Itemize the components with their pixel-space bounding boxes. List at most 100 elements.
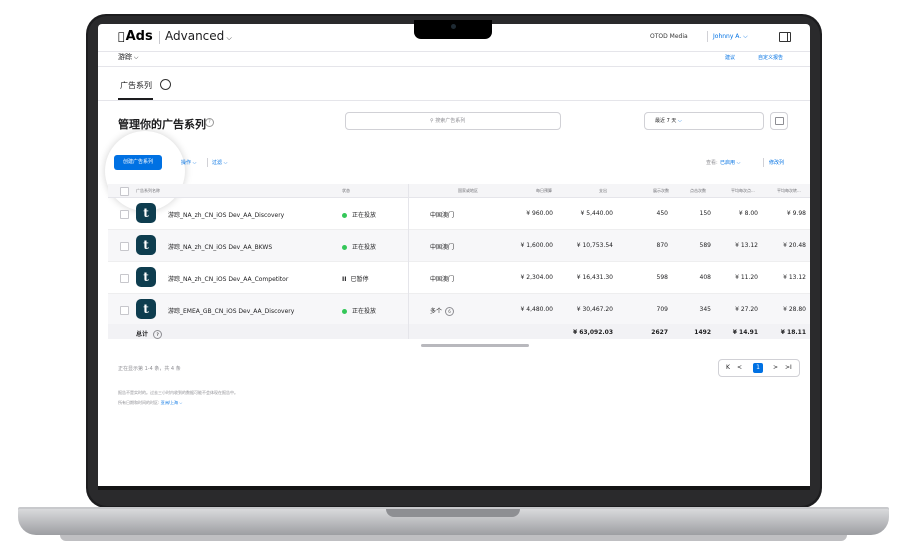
history-icon[interactable] [160, 79, 171, 90]
avg-cpa: ¥ 13.12 [783, 274, 806, 281]
divider [98, 66, 810, 67]
pause-icon: II [342, 276, 347, 283]
column-header[interactable]: 平均每次转... [777, 188, 801, 194]
search-input[interactable]: ⚲ 搜索广告系列 [345, 112, 561, 130]
select-all-checkbox[interactable] [120, 187, 129, 196]
first-page-icon[interactable]: K [726, 364, 730, 371]
tab-campaigns[interactable]: 广告系列 [120, 80, 152, 91]
taps: 345 [699, 306, 711, 313]
total-avg-cpt: ¥ 14.91 [732, 329, 758, 336]
impressions: 598 [656, 274, 668, 281]
mode-selector[interactable]: Advanced ⌵ [165, 29, 232, 43]
avg-cpt: ¥ 13.12 [735, 242, 758, 249]
campaign-name[interactable]: 游踪_EMEA_GB_CN_iOS Dev_AA_Discovery [168, 306, 294, 315]
table-row[interactable]: t 游踪_NA_zh_CN_iOS Dev_AA_BKWS 正在投放 中国澳门 … [108, 230, 810, 262]
chevron-down-icon: ⌵ [191, 160, 197, 166]
laptop-opening-notch [386, 509, 520, 517]
view-filter-select[interactable]: 已启用 ⌵ [720, 159, 740, 166]
avg-cpa: ¥ 20.48 [783, 242, 806, 249]
laptop-feet [60, 535, 847, 541]
totals-label: 总计 ? [136, 329, 163, 339]
status: II 已暂停 [342, 276, 369, 283]
row-checkbox[interactable] [120, 210, 129, 219]
region: 中国澳门 [430, 212, 455, 219]
column-header[interactable]: 平均每次点... [731, 188, 755, 194]
timezone-select[interactable]: 亚洲/上海 ⌵ [161, 400, 183, 405]
spend: ¥ 5,440.00 [580, 210, 613, 217]
app-selector[interactable]: 游踪 ⌵ [118, 52, 138, 62]
total-impressions: 2627 [651, 329, 668, 336]
column-header[interactable]: 国家或地区 [458, 188, 478, 194]
column-header[interactable]: 广告系列名称 [136, 188, 160, 194]
app-icon: t [136, 267, 156, 287]
app-icon: t [136, 299, 156, 319]
status: 正在投放 [342, 242, 376, 251]
spend: ¥ 16,431.30 [576, 274, 613, 281]
avg-cpa: ¥ 28.80 [783, 306, 806, 313]
column-header[interactable]: 状态 [342, 188, 350, 194]
column-header[interactable]: 每日预算 [536, 188, 552, 194]
table-row[interactable]: t 游踪_NA_zh_CN_iOS Dev_AA_Competitor II 已暂… [108, 262, 810, 294]
daily-budget: ¥ 4,480.00 [520, 306, 553, 313]
sidebar-toggle-icon[interactable] [779, 32, 791, 42]
camera-icon [451, 24, 456, 29]
campaign-name[interactable]: 游踪_NA_zh_CN_iOS Dev_AA_BKWS [168, 242, 272, 251]
campaign-name[interactable]: 游踪_NA_zh_CN_iOS Dev_AA_Discovery [168, 210, 284, 219]
total-avg-cpa: ¥ 18.11 [780, 329, 806, 336]
column-header[interactable]: 点击次数 [690, 188, 706, 194]
chevron-down-icon: ⌵ [132, 54, 139, 61]
spend: ¥ 30,467.20 [576, 306, 613, 313]
org-name[interactable]: OTOD Media [650, 33, 688, 40]
campaign-name[interactable]: 游踪_NA_zh_CN_iOS Dev_AA_Competitor [168, 274, 288, 283]
help-icon[interactable]: ? [153, 330, 163, 339]
actions-menu[interactable]: 操作 ⌵ [181, 159, 196, 166]
region[interactable]: 多个 6 [430, 306, 455, 316]
page-title: 管理你的广告系列 [118, 118, 206, 131]
laptop-chin [98, 486, 810, 490]
user-menu[interactable]: Johnny A. ⌵ [713, 33, 748, 41]
impressions: 450 [656, 210, 668, 217]
apple-ads-logo[interactable]: Ads [118, 29, 153, 44]
taps: 408 [699, 274, 711, 281]
chevron-down-icon: ⌵ [224, 34, 232, 42]
region: 中国澳门 [430, 276, 455, 283]
prev-page-icon[interactable]: < [737, 364, 742, 371]
row-checkbox[interactable] [120, 274, 129, 283]
calendar-icon [775, 117, 784, 125]
chevron-down-icon: ⌵ [741, 33, 748, 40]
screen: Ads Advanced ⌵ OTOD Media Johnny A. ⌵ 游… [98, 24, 810, 486]
avg-cpa: ¥ 9.98 [786, 210, 806, 217]
date-range-select[interactable]: 最近 7 天 ⌵ [644, 112, 764, 130]
divider [159, 31, 160, 44]
impressions: 870 [656, 242, 668, 249]
table-row[interactable]: t 游踪_EMEA_GB_CN_iOS Dev_AA_Discovery 正在投… [108, 294, 810, 326]
last-page-icon[interactable]: >I [785, 364, 792, 371]
column-header[interactable]: 展示次数 [653, 188, 669, 194]
calendar-button[interactable] [770, 112, 788, 130]
view-label: 查看: [706, 160, 718, 166]
taps: 589 [699, 242, 711, 249]
current-page[interactable]: 1 [753, 363, 763, 373]
row-checkbox[interactable] [120, 242, 129, 251]
edit-columns-link[interactable]: 修改列 [769, 159, 784, 166]
region-count-badge[interactable]: 6 [445, 307, 455, 316]
report-note: 报告不是实时的。过去三小时内收到的数据可能不会体现在报告中。 [118, 390, 238, 395]
suggestions-link[interactable]: 建议 [725, 54, 735, 61]
table-row[interactable]: t 游踪_NA_zh_CN_iOS Dev_AA_Discovery 正在投放 … [108, 198, 810, 230]
total-spend: ¥ 63,092.03 [572, 329, 613, 336]
totals-row: 总计 ? ¥ 63,092.03 2627 1492 ¥ 14.91 ¥ 18.… [108, 324, 810, 339]
app-icon: t [136, 235, 156, 255]
create-campaign-button[interactable]: 创建广告系列 [114, 155, 162, 170]
region: 中国澳门 [430, 244, 455, 251]
info-icon[interactable]: ? [205, 118, 214, 127]
avg-cpt: ¥ 27.20 [735, 306, 758, 313]
custom-reports-link[interactable]: 自定义报告 [758, 54, 783, 61]
timezone-note: 所有日期和时间的时区: 亚洲/上海 ⌵ [118, 400, 183, 405]
row-checkbox[interactable] [120, 306, 129, 315]
filter-menu[interactable]: 过滤 ⌵ [212, 159, 227, 166]
avg-cpt: ¥ 8.00 [738, 210, 758, 217]
pagination: K < 1 > >I [718, 359, 800, 377]
horizontal-scrollbar[interactable] [421, 344, 529, 347]
next-page-icon[interactable]: > [773, 364, 778, 371]
column-header[interactable]: 支出 [599, 188, 607, 194]
